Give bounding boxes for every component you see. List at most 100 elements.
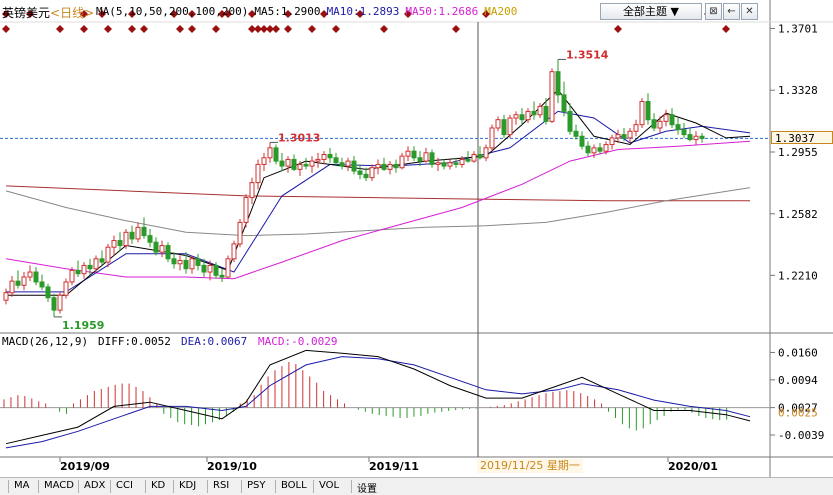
candle-body bbox=[129, 231, 135, 240]
tab-vol[interactable]: VOL bbox=[319, 480, 339, 491]
signal-diamond-icon bbox=[2, 25, 10, 33]
candle-body bbox=[255, 163, 261, 184]
tab-separator bbox=[241, 480, 242, 493]
back-icon[interactable]: ← bbox=[723, 3, 740, 20]
candle-body bbox=[441, 162, 447, 167]
macd-dea-line bbox=[5, 356, 751, 449]
candle-body bbox=[87, 264, 93, 270]
candle-body bbox=[459, 158, 465, 165]
tab-boll[interactable]: BOLL bbox=[281, 480, 307, 491]
candle-body bbox=[333, 157, 339, 164]
candle-body bbox=[303, 163, 309, 167]
candle-body bbox=[117, 240, 123, 247]
close-icon[interactable]: ✕ bbox=[741, 3, 758, 20]
candle-body bbox=[591, 147, 597, 154]
candlestick-chart[interactable]: 1.3701 1.3328 1.2955 1.2582 1.2210 1.3514 1.19… bbox=[0, 0, 833, 494]
indicator-tab-bar: MA MACD ADX CCI KD KDJ RSI PSY BOLL VOL 设置 bbox=[0, 477, 833, 495]
signal-diamond-icon bbox=[212, 25, 220, 33]
candle-body bbox=[39, 281, 45, 288]
candle-body bbox=[447, 162, 453, 167]
candle-body bbox=[669, 114, 675, 126]
candle-body bbox=[633, 124, 639, 132]
macd-value-label: MACD:-0.0029 bbox=[258, 335, 337, 348]
candle-body bbox=[15, 280, 21, 286]
cursor-date-label: 2019/11/25 星期一 bbox=[477, 459, 583, 473]
candle-body bbox=[393, 163, 399, 169]
candle-body bbox=[615, 134, 621, 139]
candle-body bbox=[549, 71, 555, 122]
candle-body bbox=[33, 271, 39, 283]
candle-body bbox=[141, 226, 147, 237]
candle-body bbox=[597, 147, 603, 152]
ma-legend-item: MA200 bbox=[484, 5, 518, 18]
tab-设置[interactable]: 设置 bbox=[357, 480, 377, 495]
signal-diamond-icon bbox=[614, 25, 622, 33]
tab-psy[interactable]: PSY bbox=[247, 480, 266, 491]
tab-rsi[interactable]: RSI bbox=[213, 480, 229, 491]
x-tick-label: 2020/01 bbox=[668, 460, 718, 473]
candle-body bbox=[621, 134, 627, 139]
macd-dea-label: DEA:0.0067 bbox=[181, 335, 247, 348]
candle-body bbox=[297, 163, 303, 170]
candle-body bbox=[579, 135, 585, 147]
candle-body bbox=[687, 134, 693, 141]
candle-body bbox=[219, 274, 225, 278]
ma-legend-item: MA50:1.2686 bbox=[405, 5, 479, 18]
signal-diamond-icon bbox=[722, 25, 730, 33]
candle-body bbox=[159, 245, 165, 253]
candle-body bbox=[693, 135, 699, 141]
candle-body bbox=[645, 100, 651, 121]
candle-body bbox=[93, 258, 99, 270]
macd-y-tick-label: 0.0094 bbox=[778, 374, 818, 387]
candle-body bbox=[183, 259, 189, 270]
candle-body bbox=[111, 240, 117, 248]
candle-body bbox=[75, 269, 81, 275]
signal-diamond-icon bbox=[104, 25, 112, 33]
candle-body bbox=[321, 153, 327, 160]
candle-body bbox=[207, 264, 213, 273]
candle-body bbox=[309, 160, 315, 167]
tab-adx[interactable]: ADX bbox=[84, 480, 105, 491]
tab-separator bbox=[8, 480, 9, 493]
candle-body bbox=[345, 160, 351, 167]
candle-body bbox=[405, 150, 411, 157]
y-tick-label: 1.2582 bbox=[778, 208, 818, 221]
signal-diamond-icon bbox=[128, 25, 136, 33]
candle-body bbox=[249, 182, 255, 199]
restore-icon[interactable]: ⊠ bbox=[705, 3, 722, 20]
candle-body bbox=[465, 158, 471, 162]
signal-diamond-icon bbox=[80, 25, 88, 33]
candle-body bbox=[513, 114, 519, 119]
tab-cci[interactable]: CCI bbox=[116, 480, 133, 491]
candle-body bbox=[495, 119, 501, 129]
tab-macd[interactable]: MACD bbox=[44, 480, 74, 491]
x-tick-label: 2019/10 bbox=[207, 460, 257, 473]
tab-separator bbox=[38, 480, 39, 493]
macd-y-tick-label: -0.0039 bbox=[778, 429, 824, 442]
tab-kd[interactable]: KD bbox=[151, 480, 165, 491]
candle-body bbox=[231, 243, 237, 260]
candle-body bbox=[279, 160, 285, 167]
candle-body bbox=[201, 264, 207, 273]
candle-body bbox=[273, 147, 279, 162]
candle-body bbox=[357, 170, 363, 175]
candle-body bbox=[261, 157, 267, 165]
candle-body bbox=[507, 117, 513, 136]
tab-ma[interactable]: MA bbox=[14, 480, 29, 491]
theme-dropdown-button[interactable]: 全部主题 ▼ bbox=[600, 3, 702, 20]
chart-title: 英镑美元<日线> bbox=[2, 6, 95, 20]
tab-kdj[interactable]: KDJ bbox=[179, 480, 196, 491]
candle-body bbox=[489, 127, 495, 149]
candle-body bbox=[213, 264, 219, 276]
candle-body bbox=[177, 259, 183, 265]
candle-body bbox=[135, 226, 141, 240]
signal-diamond-icon bbox=[56, 25, 64, 33]
tab-separator bbox=[313, 480, 314, 493]
candle-body bbox=[45, 286, 51, 299]
candle-body bbox=[237, 221, 243, 245]
candle-body bbox=[387, 163, 393, 170]
candle-body bbox=[453, 162, 459, 165]
candle-body bbox=[351, 160, 357, 172]
signal-diamond-icon bbox=[452, 25, 460, 33]
tab-separator bbox=[78, 480, 79, 493]
